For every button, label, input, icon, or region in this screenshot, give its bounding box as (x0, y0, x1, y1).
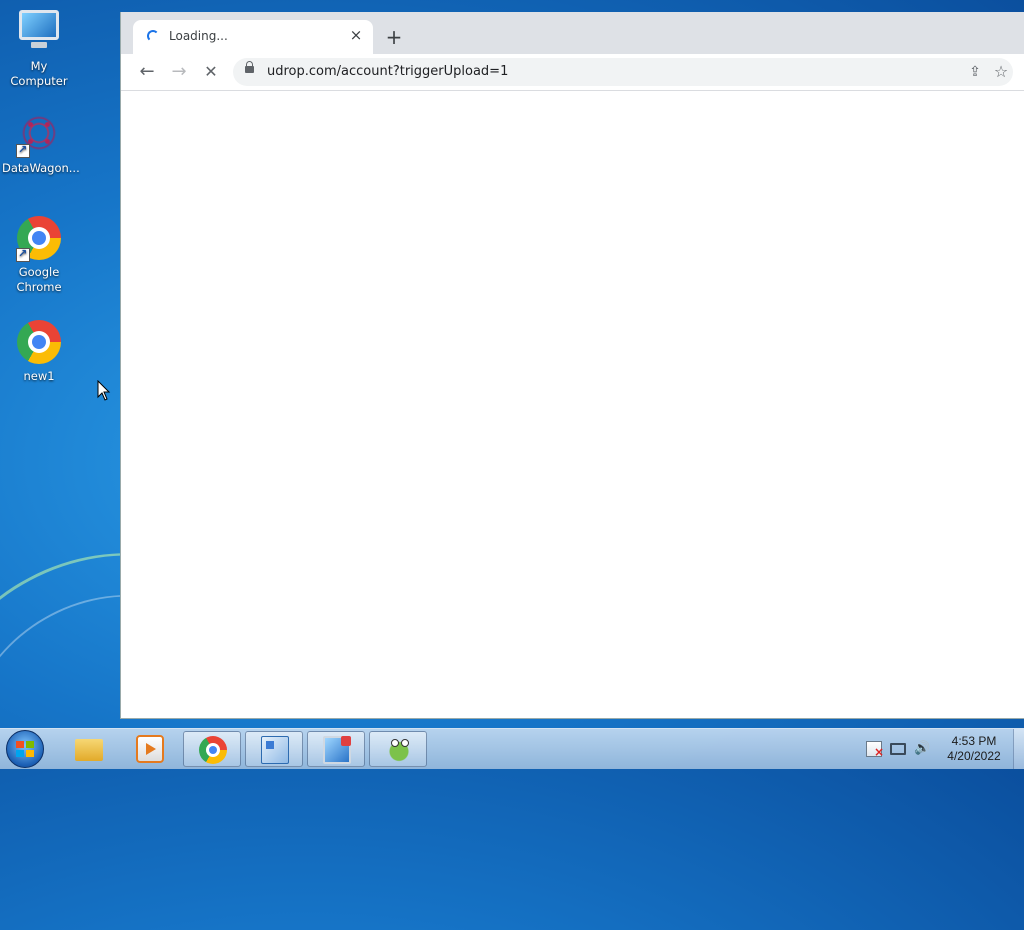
folder-icon (75, 739, 103, 761)
new-tab-button[interactable]: + (383, 26, 405, 48)
desktop-icon-google-chrome[interactable]: Google Chrome (2, 216, 76, 295)
start-button[interactable] (6, 730, 44, 768)
back-button[interactable]: ← (135, 60, 159, 84)
desktop-icon-label: My Computer (10, 59, 68, 88)
taskbar-google-chrome[interactable] (183, 731, 241, 767)
taskbar-control-panel[interactable] (245, 731, 303, 767)
action-center-flag-icon[interactable] (866, 741, 884, 760)
url-text[interactable]: udrop.com/account?triggerUpload=1 (267, 64, 508, 79)
remote-desktop-icon (323, 736, 351, 764)
chrome-window: Loading... × + ← → ✕ udrop.com/account?t… (120, 12, 1024, 719)
computer-icon (16, 10, 62, 56)
chrome-icon (16, 320, 62, 366)
desktop-icon-my-computer[interactable]: My Computer (2, 8, 76, 89)
shortcut-arrow-icon (16, 246, 30, 262)
taskbar-notepad-frog[interactable] (369, 731, 427, 767)
volume-icon[interactable]: 🔊 (914, 741, 930, 757)
taskbar: 🔊 4:53 PM 4/20/2022 (0, 728, 1024, 769)
taskbar-file-explorer[interactable] (60, 731, 118, 767)
windows-logo-icon (16, 741, 34, 757)
desktop-icon-label: new1 (23, 369, 55, 383)
taskbar-remote-desktop[interactable] (307, 731, 365, 767)
desktop-icon-datawagon[interactable]: DataWagon... (2, 112, 80, 176)
taskbar-media-player[interactable] (121, 731, 179, 767)
forward-button[interactable]: → (167, 60, 191, 84)
chrome-icon (16, 216, 62, 262)
stop-loading-button[interactable]: ✕ (199, 60, 223, 84)
control-panel-icon (261, 736, 289, 764)
chrome-icon (199, 736, 227, 764)
clock[interactable]: 4:53 PM 4/20/2022 (942, 734, 1006, 764)
system-tray: 🔊 4:53 PM 4/20/2022 (862, 729, 1024, 769)
lock-icon (245, 61, 254, 73)
desktop-icon-label: DataWagon... (2, 161, 80, 175)
desktop-icon-label: Google Chrome (16, 265, 62, 294)
datawagon-icon (16, 112, 62, 158)
browser-toolbar: ← → ✕ udrop.com/account?triggerUpload=1 … (121, 54, 1024, 91)
page-content (121, 91, 1024, 718)
network-icon[interactable] (890, 743, 906, 755)
tab-strip: Loading... × + (121, 12, 1024, 54)
tab-loading[interactable]: Loading... × (133, 20, 373, 54)
tab-close-button[interactable]: × (347, 26, 365, 44)
desktop-icon-new1[interactable]: new1 (2, 320, 76, 384)
show-desktop-button[interactable] (1013, 729, 1024, 769)
loading-spinner-icon (147, 30, 159, 42)
tab-title: Loading... (169, 29, 228, 43)
share-icon[interactable]: ⇪ (965, 62, 985, 82)
media-player-icon (136, 735, 164, 763)
bookmark-star-icon[interactable]: ☆ (991, 62, 1011, 82)
address-bar[interactable]: udrop.com/account?triggerUpload=1 ⇪ ☆ (233, 58, 1013, 86)
shortcut-arrow-icon (16, 142, 30, 158)
clock-time: 4:53 PM (951, 734, 997, 748)
frog-icon (385, 736, 413, 764)
clock-date: 4/20/2022 (947, 749, 1001, 763)
